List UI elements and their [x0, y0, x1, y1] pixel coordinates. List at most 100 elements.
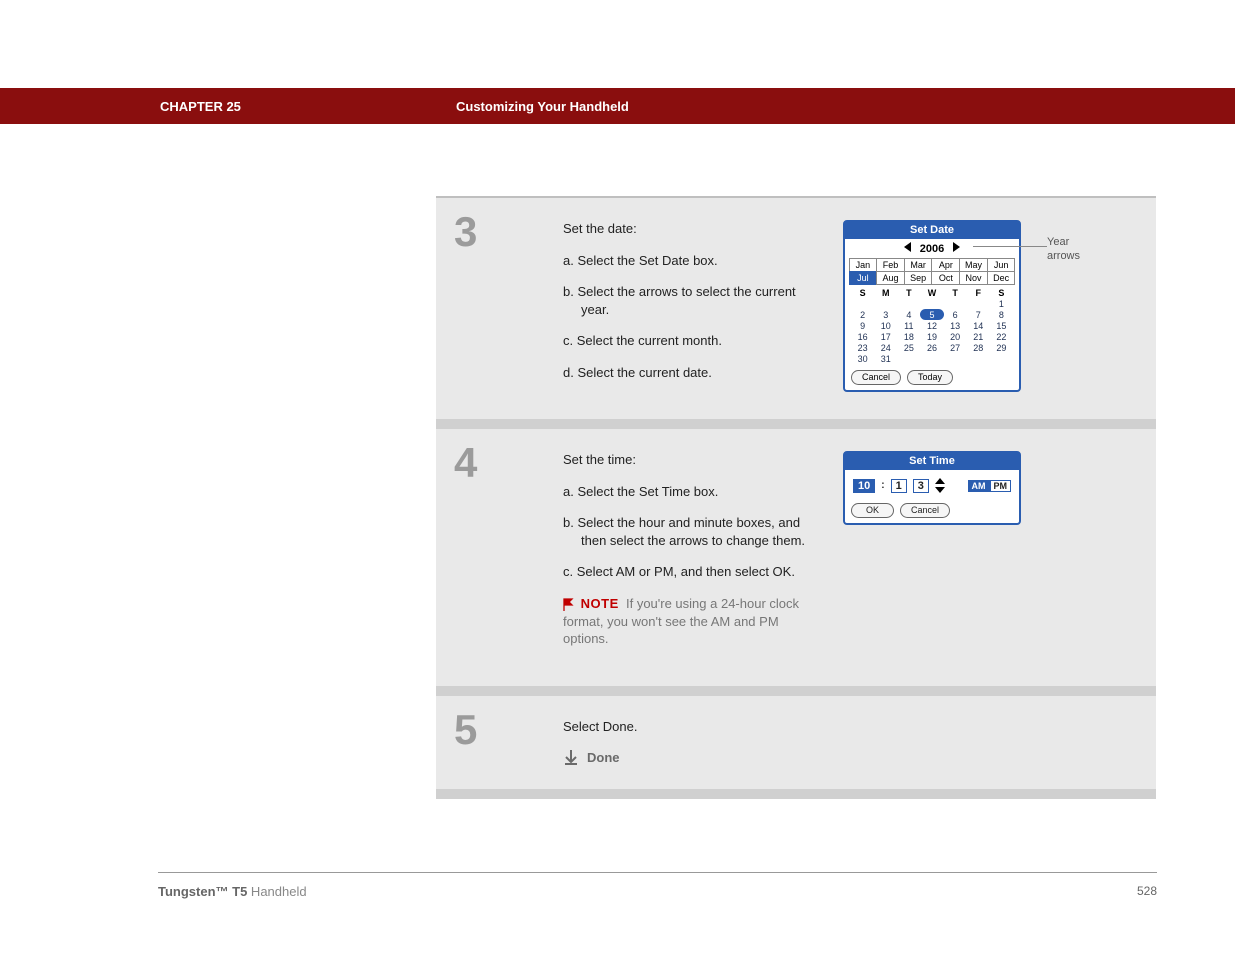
month-aug[interactable]: Aug — [876, 271, 905, 285]
step-4: 4 Set the time: a. Select the Set Time b… — [436, 419, 1156, 685]
hour-box[interactable]: 10 — [853, 479, 875, 493]
minute-ones-box[interactable]: 3 — [913, 479, 929, 493]
step-5-text: Select Done. Done — [563, 718, 1140, 766]
step-4-note: NOTE If you're using a 24-hour clock for… — [563, 595, 823, 648]
year-next-icon[interactable] — [953, 242, 960, 252]
month-feb[interactable]: Feb — [876, 258, 905, 272]
cancel-button[interactable]: Cancel — [900, 503, 950, 518]
day-1[interactable]: 1 — [990, 298, 1013, 309]
day-24[interactable]: 24 — [874, 342, 897, 353]
day-empty — [920, 353, 943, 364]
day-27[interactable]: 27 — [944, 342, 967, 353]
day-11[interactable]: 11 — [897, 320, 920, 331]
day-8[interactable]: 8 — [990, 309, 1013, 320]
dow-t2: T — [944, 288, 967, 298]
step-4-text: Set the time: a. Select the Set Time box… — [563, 451, 823, 661]
day-28[interactable]: 28 — [967, 342, 990, 353]
step-5-line: Select Done. — [563, 718, 1140, 736]
step-4-a: a. Select the Set Time box. — [563, 483, 823, 501]
done-indicator: Done — [563, 749, 1140, 765]
day-2[interactable]: 2 — [851, 309, 874, 320]
time-body: 10 : 1 3 AM PM — [845, 470, 1019, 499]
step-3-b: b. Select the arrows to select the curre… — [563, 283, 823, 318]
day-25[interactable]: 25 — [897, 342, 920, 353]
dow-s2: S — [990, 288, 1013, 298]
step-3-text: Set the date: a. Select the Set Date box… — [563, 220, 823, 395]
day-18[interactable]: 18 — [897, 331, 920, 342]
day-20[interactable]: 20 — [944, 331, 967, 342]
day-19[interactable]: 19 — [920, 331, 943, 342]
day-22[interactable]: 22 — [990, 331, 1013, 342]
chapter-label: CHAPTER 25 — [160, 99, 241, 114]
month-mar[interactable]: Mar — [904, 258, 933, 272]
day-empty — [897, 353, 920, 364]
day-29[interactable]: 29 — [990, 342, 1013, 353]
day-empty — [920, 298, 943, 309]
month-sep[interactable]: Sep — [904, 271, 933, 285]
day-26[interactable]: 26 — [920, 342, 943, 353]
day-16[interactable]: 16 — [851, 331, 874, 342]
step-5: 5 Select Done. Done — [436, 686, 1156, 800]
footer-product-bold: Tungsten™ T5 — [158, 884, 247, 899]
cancel-button[interactable]: Cancel — [851, 370, 901, 385]
am-box[interactable]: AM — [968, 480, 990, 492]
day-14[interactable]: 14 — [967, 320, 990, 331]
note-label: NOTE — [581, 596, 619, 611]
year-selector: 2006 — [845, 239, 1019, 258]
day-3[interactable]: 3 — [874, 309, 897, 320]
day-9[interactable]: 9 — [851, 320, 874, 331]
chevron-down-icon[interactable] — [935, 487, 945, 493]
footer-rule — [158, 872, 1157, 873]
day-6[interactable]: 6 — [944, 309, 967, 320]
month-jul[interactable]: Jul — [849, 271, 878, 285]
year-prev-icon[interactable] — [904, 242, 911, 252]
day-15[interactable]: 15 — [990, 320, 1013, 331]
chevron-up-icon[interactable] — [935, 478, 945, 484]
day-4[interactable]: 4 — [897, 309, 920, 320]
step-3-a: a. Select the Set Date box. — [563, 252, 823, 270]
set-time-title: Set Time — [845, 453, 1019, 470]
step-3-intro: Set the date: — [563, 220, 823, 238]
time-spinner[interactable] — [935, 478, 945, 493]
day-30[interactable]: 30 — [851, 353, 874, 364]
month-nov[interactable]: Nov — [959, 271, 988, 285]
month-jun[interactable]: Jun — [987, 258, 1016, 272]
day-31[interactable]: 31 — [874, 353, 897, 364]
month-may[interactable]: May — [959, 258, 988, 272]
step-4-number: 4 — [436, 429, 551, 685]
set-date-buttons: Cancel Today — [845, 368, 1019, 390]
month-jan[interactable]: Jan — [849, 258, 878, 272]
step-4-c: c. Select AM or PM, and then select OK. — [563, 563, 823, 581]
month-dec[interactable]: Dec — [987, 271, 1016, 285]
year-arrows-callout: Year arrows — [1047, 236, 1097, 264]
step-3-d: d. Select the current date. — [563, 364, 823, 382]
step-3-illustration: Set Date 2006 Jan Feb Mar Apr May Jun — [843, 220, 1140, 395]
set-time-dialog: Set Time 10 : 1 3 AM PM — [843, 451, 1021, 525]
month-apr[interactable]: Apr — [931, 258, 960, 272]
day-7[interactable]: 7 — [967, 309, 990, 320]
day-12[interactable]: 12 — [920, 320, 943, 331]
month-oct[interactable]: Oct — [931, 271, 960, 285]
day-13[interactable]: 13 — [944, 320, 967, 331]
step-4-b: b. Select the hour and minute boxes, and… — [563, 514, 823, 549]
dow-t: T — [897, 288, 920, 298]
footer-page: 528 — [1137, 884, 1157, 898]
day-21[interactable]: 21 — [967, 331, 990, 342]
day-empty — [851, 298, 874, 309]
day-empty — [944, 298, 967, 309]
today-button[interactable]: Today — [907, 370, 953, 385]
steps-panel: 3 Set the date: a. Select the Set Date b… — [436, 196, 1156, 799]
step-4-illustration: Set Time 10 : 1 3 AM PM — [843, 451, 1140, 661]
day-empty — [967, 298, 990, 309]
ok-button[interactable]: OK — [851, 503, 894, 518]
day-17[interactable]: 17 — [874, 331, 897, 342]
day-5[interactable]: 5 — [920, 309, 943, 320]
year-value: 2006 — [920, 243, 944, 255]
set-date-dialog: Set Date 2006 Jan Feb Mar Apr May Jun — [843, 220, 1021, 392]
step-4-intro: Set the time: — [563, 451, 823, 469]
header-band: CHAPTER 25 Customizing Your Handheld — [0, 88, 1235, 124]
day-10[interactable]: 10 — [874, 320, 897, 331]
day-23[interactable]: 23 — [851, 342, 874, 353]
pm-box[interactable]: PM — [990, 480, 1012, 492]
minute-tens-box[interactable]: 1 — [891, 479, 907, 493]
